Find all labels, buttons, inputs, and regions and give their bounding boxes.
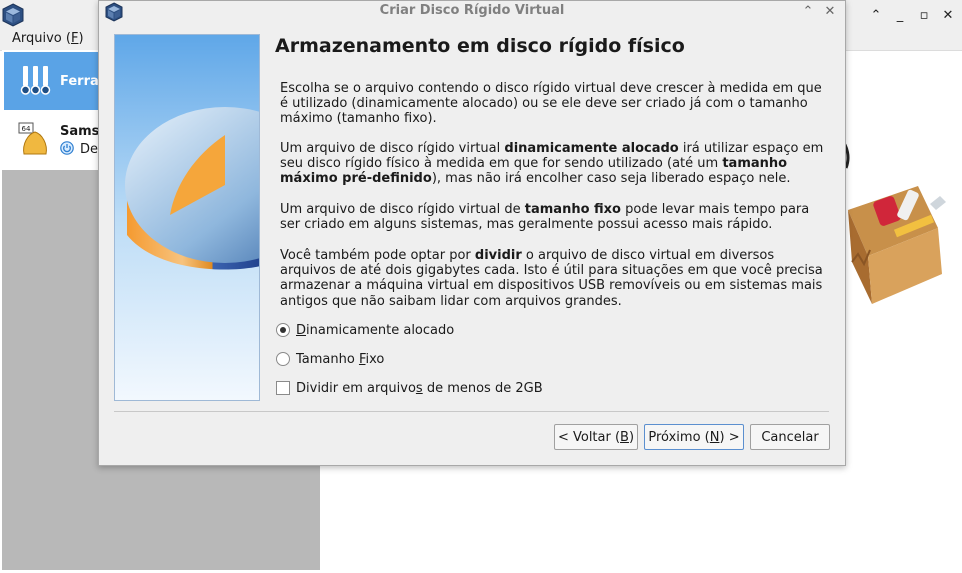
sidebar-item-tools-label: Ferra [60,74,99,89]
paragraph-text: Um arquivo de disco rígido virtual de [280,202,525,217]
option-fixed-size[interactable]: Tamanho Fixo [276,350,384,368]
description-paragraph-2: Um arquivo de disco rígido virtual dinam… [280,141,828,187]
back-label: < Voltar ( [557,429,621,445]
description-paragraph-4: Você também pode optar por dividir o arq… [280,248,828,309]
dynamic-mnemonic: D [296,322,307,338]
fixed-label-text-end: ixo [365,351,385,367]
page-title: Armazenamento em disco rígido físico [275,35,685,57]
paragraph-text: Você também pode optar por [280,248,475,263]
main-minimize-icon[interactable]: _ [892,6,908,24]
split-label-text: Dividir em arquivo [296,380,416,396]
next-label-end: ) > [719,429,740,445]
create-virtual-disk-dialog: Criar Disco Rígido Virtual ⌃ ✕ Armazenam… [98,0,846,466]
dialog-collapse-icon[interactable]: ⌃ [800,1,816,21]
vm-os-icon: 64 [18,122,47,155]
paragraph-emphasis: tamanho fixo [524,202,621,217]
menu-file-label-end: ) [78,31,84,46]
main-maximize-icon[interactable]: ▫ [916,6,932,24]
paragraph-text: ), mas não irá encolher caso seja libera… [431,171,791,187]
menu-file-label: Arquivo ( [12,31,71,46]
fixed-label-text: Tamanho [296,351,359,367]
button-separator [114,411,829,412]
virtualbox-logo-icon [2,3,24,27]
dialog-title: Criar Disco Rígido Virtual [379,3,565,18]
dialog-titlebar: Criar Disco Rígido Virtual ⌃ ✕ [99,1,845,23]
dynamic-radio[interactable] [276,323,290,337]
vm-name: Sams [60,124,100,139]
disk-wizard-illustration [114,34,260,401]
back-button[interactable]: < Voltar (B) [554,424,638,450]
tools-icon [20,66,51,95]
dynamic-label-text: inamicamente alocado [306,322,455,338]
split-checkbox[interactable] [276,381,290,395]
vm-arch-badge: 64 [22,125,31,133]
back-label-end: ) [628,429,635,445]
next-button[interactable]: Próximo (N) > [644,424,744,450]
radio-selected-dot [280,327,286,333]
paragraph-emphasis: dividir [474,248,522,263]
description-paragraph-3: Um arquivo de disco rígido virtual de ta… [280,202,828,232]
cancel-button[interactable]: Cancelar [750,424,830,450]
main-close-icon[interactable]: ✕ [940,6,956,24]
power-off-icon [60,141,74,155]
back-mnemonic: B [620,429,629,445]
fixed-radio-label: Tamanho Fixo [296,352,384,367]
next-mnemonic: N [709,429,720,445]
option-split-files[interactable]: Dividir em arquivos de menos de 2GB [276,379,543,397]
dynamic-radio-label: Dinamicamente alocado [296,323,454,338]
split-label-text-end: de menos de 2GB [422,380,543,396]
paragraph-text: Um arquivo de disco rígido virtual [280,141,505,156]
split-checkbox-label: Dividir em arquivos de menos de 2GB [296,381,543,396]
paragraph-emphasis: dinamicamente alocado [504,141,679,156]
next-label: Próximo ( [648,429,710,445]
option-dynamic-allocation[interactable]: Dinamicamente alocado [276,321,454,339]
toolbox-illustration-icon [838,138,946,304]
split-mnemonic: s [415,380,423,396]
dialog-close-icon[interactable]: ✕ [822,1,838,21]
main-collapse-icon[interactable]: ⌃ [868,6,884,24]
description-paragraph-1: Escolha se o arquivo contendo o disco rí… [280,81,822,127]
fixed-radio[interactable] [276,352,290,366]
menu-file[interactable]: Arquivo (F) [12,31,84,46]
